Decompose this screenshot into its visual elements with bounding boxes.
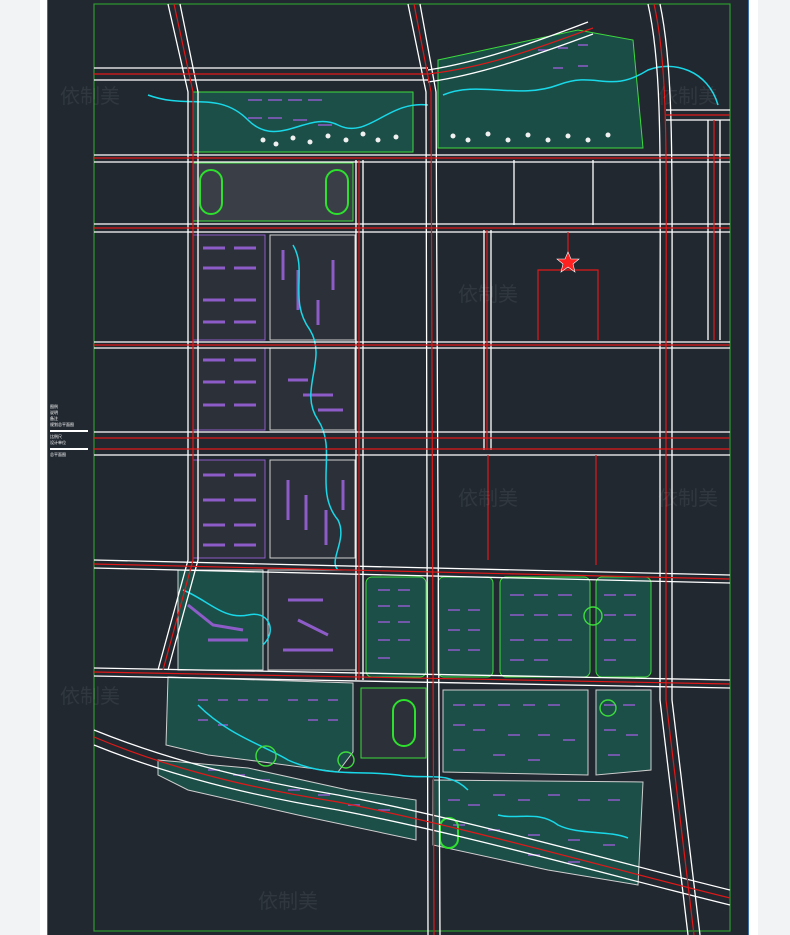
- tree: [525, 132, 531, 138]
- watermark: 依制美: [458, 486, 518, 510]
- centerline: [413, 3, 435, 935]
- legend-divider: [50, 430, 88, 432]
- residential-block-e2: [437, 576, 494, 678]
- watermark: 依制美: [60, 84, 120, 108]
- watermark: 依制美: [658, 486, 718, 510]
- tree: [273, 141, 279, 147]
- legend-line: 总平面图: [50, 452, 66, 457]
- legend-divider: [50, 448, 88, 450]
- watermark: 依制美: [258, 889, 318, 913]
- tree: [545, 137, 551, 143]
- road-edge: [94, 431, 730, 456]
- centerline: [537, 232, 599, 340]
- residential-block-a1: [192, 234, 266, 341]
- watermark: 依制美: [60, 684, 120, 708]
- watermark: 依制美: [458, 282, 518, 306]
- watermark: 依制美: [658, 84, 718, 108]
- legend-line: 规划总平面图: [50, 422, 74, 427]
- tree: [450, 133, 456, 139]
- residential-block-f1: [442, 689, 589, 776]
- tree: [465, 137, 471, 143]
- tree: [485, 131, 491, 137]
- residential-block-g: [432, 779, 644, 886]
- tree: [585, 137, 591, 143]
- drawing-legend: 图例 说明 备注 规划总平面图 比例尺 设计单位 总平面图: [50, 404, 90, 458]
- tree: [343, 137, 349, 143]
- north-park-block: [192, 91, 414, 153]
- cad-drawing-canvas[interactable]: 依制美 依制美 依制美 依制美 依制美 依制美 依制美 图例 说明 备注 规划总…: [47, 0, 749, 935]
- residential-block-f2: [595, 689, 652, 776]
- road-edge: [647, 3, 701, 935]
- residential-block-e1: [365, 576, 427, 678]
- residential-block-e3: [499, 576, 591, 678]
- tree: [605, 132, 611, 138]
- site-master-plan: [93, 3, 731, 935]
- tree: [325, 133, 331, 139]
- residential-block-b2: [269, 347, 356, 431]
- tree: [260, 137, 266, 143]
- tree: [565, 133, 571, 139]
- riverside-block-west: [165, 676, 354, 773]
- residential-block-e4: [595, 576, 652, 678]
- tree: [290, 135, 296, 141]
- tree: [393, 134, 399, 140]
- tree: [360, 131, 366, 137]
- tree: [307, 139, 313, 145]
- tree: [375, 137, 381, 143]
- centerline: [94, 437, 730, 450]
- legend-line: 设计单位: [50, 440, 66, 445]
- tree: [505, 137, 511, 143]
- road-edge: [513, 160, 594, 225]
- residential-block-d2: [267, 569, 357, 671]
